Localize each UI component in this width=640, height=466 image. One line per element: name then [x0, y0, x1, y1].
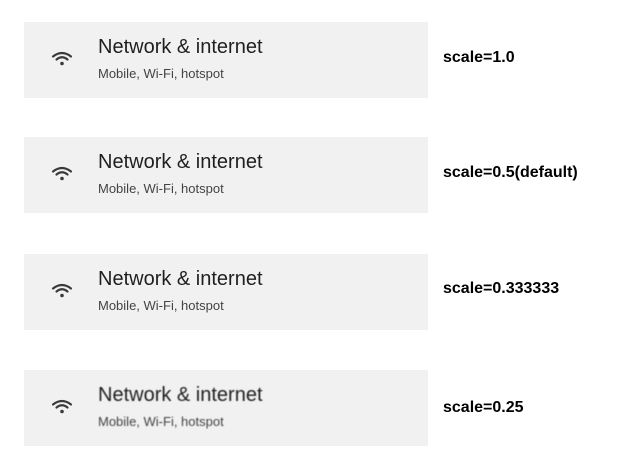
settings-item-network[interactable]: Network & internet Mobile, Wi-Fi, hotspo…	[24, 22, 428, 98]
settings-item-title: Network & internet	[98, 268, 263, 290]
settings-item-title: Network & internet	[98, 151, 263, 173]
wifi-icon	[50, 280, 74, 300]
settings-item-network[interactable]: Network & internet Mobile, Wi-Fi, hotspo…	[24, 370, 428, 446]
settings-item-title: Network & internet	[98, 36, 263, 58]
settings-item-network[interactable]: Network & internet Mobile, Wi-Fi, hotspo…	[24, 137, 428, 213]
wifi-icon	[50, 48, 74, 68]
settings-item-subtitle: Mobile, Wi-Fi, hotspot	[98, 298, 224, 313]
settings-item-title: Network & internet	[98, 384, 263, 406]
settings-item-subtitle: Mobile, Wi-Fi, hotspot	[98, 414, 224, 429]
scale-label: scale=1.0	[443, 49, 515, 66]
scale-label: scale=0.5(default)	[443, 164, 578, 181]
scale-label: scale=0.25	[443, 399, 524, 416]
settings-item-subtitle: Mobile, Wi-Fi, hotspot	[98, 181, 224, 196]
wifi-icon	[50, 396, 74, 416]
scale-label: scale=0.333333	[443, 280, 560, 297]
settings-item-network[interactable]: Network & internet Mobile, Wi-Fi, hotspo…	[24, 254, 428, 330]
settings-item-subtitle: Mobile, Wi-Fi, hotspot	[98, 66, 224, 81]
wifi-icon	[50, 163, 74, 183]
